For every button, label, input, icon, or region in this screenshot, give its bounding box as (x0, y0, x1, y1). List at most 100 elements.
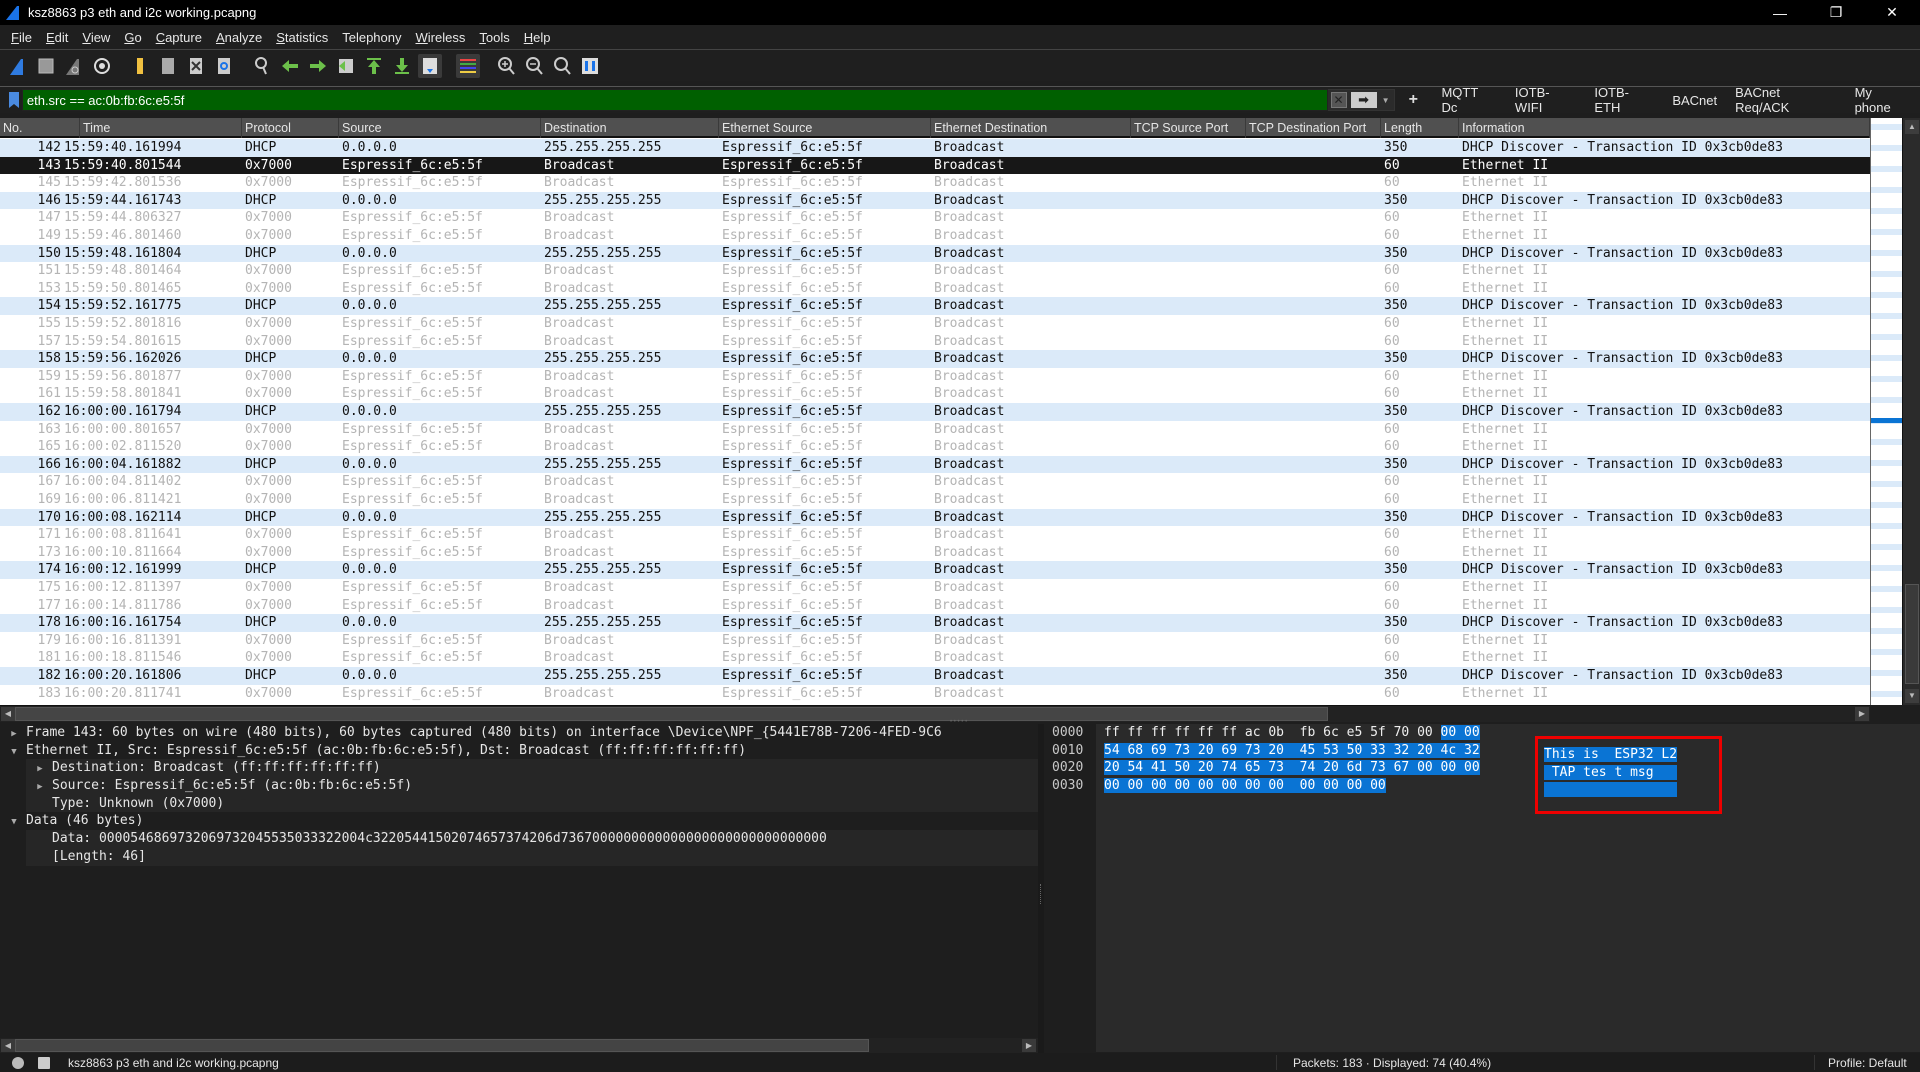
packet-row[interactable]: 169 16:00:06.811421 0x7000 Espressif_6c:e5:… (0, 491, 1870, 509)
menu-wireless[interactable]: Wireless (409, 30, 473, 45)
menu-statistics[interactable]: Statistics (269, 30, 335, 45)
file-set-icon[interactable] (156, 54, 180, 78)
packet-row[interactable]: 150 15:59:48.161804 DHCP 0.0.0.0 255.255.255… (0, 244, 1870, 263)
packet-list-hscrollbar[interactable]: ◀ ▶ (0, 705, 1870, 722)
expert-info-icon[interactable] (12, 1056, 24, 1069)
filter-button-mqtt-dc[interactable]: MQTT Dc (1432, 85, 1505, 115)
packet-row[interactable]: 159 15:59:56.801877 0x7000 Espressif_6c:e5:… (0, 367, 1870, 386)
restart-capture-icon[interactable] (62, 54, 86, 78)
column-header-destination[interactable]: Destination (541, 118, 719, 138)
details-hscrollbar[interactable]: ◀ ▶ (0, 1038, 1038, 1053)
reload-file-icon[interactable] (212, 54, 236, 78)
scroll-left-icon[interactable]: ◀ (1, 707, 15, 721)
open-file-icon[interactable] (128, 54, 152, 78)
stop-capture-icon[interactable] (34, 54, 58, 78)
normal-size-icon[interactable] (550, 54, 574, 78)
clear-filter-icon[interactable]: ✕ (1330, 92, 1347, 108)
zoom-in-icon[interactable] (494, 54, 518, 78)
expanded-arrow-icon[interactable]: ▼ (8, 814, 20, 832)
menu-telephony[interactable]: Telephony (335, 30, 408, 45)
filter-history-dropdown-icon[interactable]: ▼ (1381, 96, 1391, 105)
packet-row[interactable]: 182 16:00:20.161806 DHCP 0.0.0.0 255.255.255… (0, 667, 1870, 685)
go-to-packet-icon[interactable] (334, 54, 358, 78)
packet-row[interactable]: 154 15:59:52.161775 DHCP 0.0.0.0 255.255.255… (0, 297, 1870, 315)
detail-row[interactable]: ▶ Source: Espressif_6c:e5:5f (ac:0b:fb:6c… (26, 777, 1038, 795)
detail-row[interactable]: Data: 0000546869732069732045535033322004… (26, 830, 1038, 848)
column-header-ethernet-destination[interactable]: Ethernet Destination (931, 118, 1131, 138)
colorize-icon[interactable] (456, 53, 480, 78)
filter-button-bacnet[interactable]: BACnet (1663, 93, 1726, 108)
go-forward-icon[interactable] (306, 54, 330, 78)
minimize-button[interactable]: — (1752, 0, 1808, 25)
detail-row[interactable]: ▼ Data (46 bytes) (0, 812, 1038, 830)
packet-row[interactable]: 181 16:00:18.811546 0x7000 Espressif_6c:e5:… (0, 649, 1870, 667)
menu-help[interactable]: Help (517, 30, 558, 45)
vscroll-thumb[interactable] (1905, 584, 1919, 684)
packet-row[interactable]: 174 16:00:12.161999 DHCP 0.0.0.0 255.255.255… (0, 561, 1870, 579)
expanded-arrow-icon[interactable]: ▼ (8, 744, 20, 762)
menu-capture[interactable]: Capture (149, 30, 209, 45)
find-packet-icon[interactable] (250, 54, 274, 78)
packet-row[interactable]: 155 15:59:52.801816 0x7000 Espressif_6c:e5:… (0, 315, 1870, 333)
menu-go[interactable]: Go (117, 30, 148, 45)
menu-file[interactable]: File (4, 30, 39, 45)
column-header-ethernet-source[interactable]: Ethernet Source (719, 118, 931, 138)
filter-button-my-phone[interactable]: My phone (1846, 85, 1920, 115)
packet-row[interactable]: 161 15:59:58.801841 0x7000 Espressif_6c:e5:… (0, 385, 1870, 403)
packet-row[interactable]: 177 16:00:14.811786 0x7000 Espressif_6c:e5:… (0, 596, 1870, 615)
packet-row[interactable]: 153 15:59:50.801465 0x7000 Espressif_6c:e5:… (0, 279, 1870, 298)
scroll-down-icon[interactable]: ▼ (1905, 689, 1919, 703)
packet-row[interactable]: 167 16:00:04.811402 0x7000 Espressif_6c:e5:… (0, 473, 1870, 491)
packet-row[interactable]: 175 16:00:12.811397 0x7000 Espressif_6c:e5:… (0, 579, 1870, 597)
capture-comment-icon[interactable] (38, 1056, 50, 1069)
go-last-icon[interactable] (390, 54, 414, 78)
column-header-tcp-destination-port[interactable]: TCP Destination Port (1246, 118, 1381, 138)
packet-row[interactable]: 143 15:59:40.801544 0x7000 Espressif_6c:e5:… (0, 156, 1870, 175)
go-first-icon[interactable] (362, 54, 386, 78)
packet-row[interactable]: 179 16:00:16.811391 0x7000 Espressif_6c:e5:… (0, 631, 1870, 650)
filter-button-iotb-eth[interactable]: IOTB-ETH (1585, 85, 1663, 115)
column-header-tcp-source-port[interactable]: TCP Source Port (1131, 118, 1246, 138)
hex-line[interactable]: 00 00 00 00 00 00 00 00 00 00 00 00 (1104, 777, 1480, 795)
packet-row[interactable]: 157 15:59:54.801615 0x7000 Espressif_6c:e5:… (0, 332, 1870, 351)
packet-row[interactable]: 178 16:00:16.161754 DHCP 0.0.0.0 255.255.255… (0, 614, 1870, 632)
menu-analyze[interactable]: Analyze (209, 30, 269, 45)
display-filter-input[interactable]: eth.src == ac:0b:fb:6c:e5:5f (21, 89, 1328, 111)
packet-row[interactable]: 170 16:00:08.162114 DHCP 0.0.0.0 255.255.255… (0, 508, 1870, 527)
packet-row[interactable]: 149 15:59:46.801460 0x7000 Espressif_6c:e5:… (0, 227, 1870, 245)
column-header-information[interactable]: Information (1459, 118, 1870, 138)
packet-row[interactable]: 145 15:59:42.801536 0x7000 Espressif_6c:e5:… (0, 174, 1870, 192)
menu-edit[interactable]: Edit (39, 30, 75, 45)
hex-bytes[interactable]: ff ff ff ff ff ff ac 0b fb 6c e5 5f 70 0… (1104, 724, 1480, 795)
packet-row[interactable]: 162 16:00:00.161794 DHCP 0.0.0.0 255.255.255… (0, 403, 1870, 421)
capture-options-icon[interactable] (90, 54, 114, 78)
packet-row[interactable]: 147 15:59:44.806327 0x7000 Espressif_6c:e5:… (0, 209, 1870, 227)
ascii-bytes[interactable]: This is ESP32 L2 TAP tes t msg (1544, 746, 1678, 799)
go-back-icon[interactable] (278, 54, 302, 78)
column-header-time[interactable]: Time (80, 118, 242, 138)
hex-line[interactable]: 54 68 69 73 20 69 73 20 45 53 50 33 32 2… (1104, 742, 1480, 760)
detail-row[interactable]: ▶ Destination: Broadcast (ff:ff:ff:ff:ff:… (26, 759, 1038, 778)
packet-list-vscrollbar[interactable]: ▲ ▼ (1902, 118, 1920, 705)
packet-row[interactable]: 183 16:00:20.811741 0x7000 Espressif_6c:e5:… (0, 684, 1870, 703)
column-header-length[interactable]: Length (1381, 118, 1459, 138)
hex-line[interactable]: ff ff ff ff ff ff ac 0b fb 6c e5 5f 70 0… (1104, 724, 1480, 742)
hscroll-thumb[interactable] (15, 707, 1328, 721)
filter-button-bacnet-req-ack[interactable]: BACnet Req/ACK (1726, 85, 1845, 115)
restore-button[interactable]: ❐ (1808, 0, 1864, 25)
start-capture-icon[interactable] (6, 54, 30, 78)
detail-row[interactable]: Type: Unknown (0x7000) (26, 794, 1038, 813)
packet-row[interactable]: 142 15:59:40.161994 DHCP 0.0.0.0 255.255.255… (0, 139, 1870, 157)
scroll-right-icon[interactable]: ▶ (1855, 707, 1869, 721)
apply-filter-icon[interactable]: ➡ (1350, 92, 1377, 108)
detail-row[interactable]: ▶ Frame 143: 60 bytes on wire (480 bits),… (0, 724, 1038, 742)
column-header-protocol[interactable]: Protocol (242, 118, 339, 138)
menu-view[interactable]: View (75, 30, 117, 45)
filter-bookmark-icon[interactable] (6, 89, 22, 111)
details-hscroll-thumb[interactable] (15, 1039, 869, 1052)
packet-row[interactable]: 158 15:59:56.162026 DHCP 0.0.0.0 255.255.255… (0, 350, 1870, 368)
ascii-line[interactable]: TAP tes t msg (1544, 764, 1678, 782)
zoom-out-icon[interactable] (522, 54, 546, 78)
scroll-up-icon[interactable]: ▲ (1905, 120, 1919, 134)
detail-row[interactable]: ▼ Ethernet II, Src: Espressif_6c:e5:5f (a… (0, 742, 1038, 760)
